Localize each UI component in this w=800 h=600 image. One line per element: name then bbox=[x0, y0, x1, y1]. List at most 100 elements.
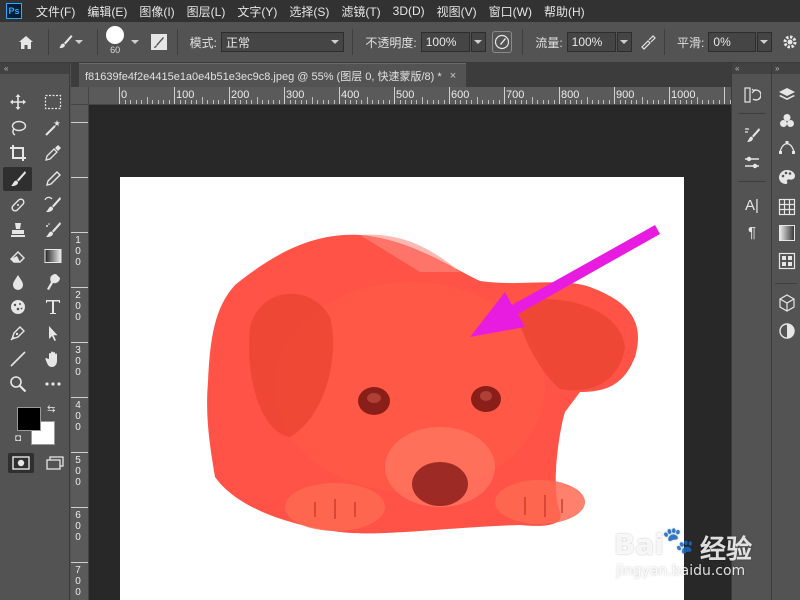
ruler-minor-tick bbox=[399, 100, 401, 104]
pressure-opacity-icon[interactable] bbox=[492, 31, 513, 53]
dog-right-paw bbox=[495, 480, 585, 524]
menu-help[interactable]: 帮助(H) bbox=[538, 3, 591, 20]
document-canvas[interactable] bbox=[120, 177, 684, 600]
properties-panel-icon[interactable] bbox=[775, 291, 799, 315]
move-icon[interactable] bbox=[0, 89, 35, 115]
ruler-minor-tick bbox=[592, 100, 593, 104]
ruler-label: 100 bbox=[75, 235, 81, 268]
zoom-icon[interactable] bbox=[0, 372, 35, 398]
paths-panel-icon[interactable] bbox=[775, 135, 799, 159]
brush-settings-panel-icon[interactable] bbox=[149, 31, 169, 53]
healing-brush-icon[interactable] bbox=[0, 192, 35, 218]
pen-icon[interactable] bbox=[0, 320, 35, 346]
eyedropper-icon[interactable] bbox=[35, 140, 70, 166]
hand-icon[interactable] bbox=[35, 346, 70, 372]
default-colors-icon[interactable]: ◘ bbox=[15, 433, 21, 444]
brush-size-picker[interactable]: 60 bbox=[103, 25, 126, 59]
menu-edit[interactable]: 编辑(E) bbox=[81, 3, 133, 20]
brush-settings-icon[interactable] bbox=[740, 151, 764, 175]
menu-3d[interactable]: 3D(D) bbox=[387, 4, 431, 18]
ruler-label: 400 bbox=[75, 400, 81, 433]
marquee-icon[interactable] bbox=[35, 89, 70, 115]
line-icon[interactable] bbox=[0, 346, 35, 372]
swap-colors-icon[interactable]: ⇆ bbox=[47, 404, 55, 415]
lasso-icon[interactable] bbox=[0, 115, 35, 141]
ruler-label: 500 bbox=[75, 455, 81, 488]
smoothing-dropdown[interactable] bbox=[757, 32, 773, 52]
brushes-panel-icon[interactable] bbox=[740, 123, 764, 147]
ruler-minor-tick bbox=[388, 100, 390, 104]
chevron-down-icon[interactable] bbox=[74, 40, 83, 44]
magic-wand-icon[interactable] bbox=[35, 115, 70, 141]
adjustments-panel-icon[interactable] bbox=[775, 319, 799, 343]
ruler-minor-tick bbox=[619, 100, 621, 104]
path-select-icon[interactable] bbox=[35, 320, 70, 346]
swatches-panel-icon[interactable] bbox=[775, 195, 799, 219]
horizontal-ruler[interactable]: 0 100 200 300 400 500 600 700 800 900 10… bbox=[89, 87, 731, 105]
character-panel-icon[interactable]: A| bbox=[740, 193, 764, 217]
panel-dock-collapse[interactable]: « bbox=[732, 63, 771, 74]
brush-icon[interactable] bbox=[3, 167, 32, 191]
channels-panel-icon[interactable] bbox=[775, 109, 799, 133]
vertical-ruler[interactable]: 100 200 300 400 500 600 700 bbox=[71, 105, 89, 600]
menu-filter[interactable]: 滤镜(T) bbox=[335, 3, 386, 20]
ruler-minor-tick bbox=[295, 100, 296, 104]
color-panel-icon[interactable] bbox=[775, 165, 799, 189]
menu-window[interactable]: 窗口(W) bbox=[483, 3, 538, 20]
ruler-minor-tick bbox=[179, 100, 181, 104]
ruler-major-tick bbox=[394, 87, 395, 104]
tools-panel-collapse[interactable]: « bbox=[0, 63, 69, 74]
menu-layer[interactable]: 图层(L) bbox=[181, 3, 232, 20]
screen-mode-icon[interactable] bbox=[42, 453, 68, 473]
gradients-panel-icon[interactable] bbox=[775, 221, 799, 245]
airbrush-icon[interactable] bbox=[638, 31, 658, 53]
more-tools-icon[interactable] bbox=[35, 372, 70, 398]
gradient-icon[interactable] bbox=[35, 243, 70, 269]
dodge-icon[interactable] bbox=[35, 269, 70, 295]
opacity-input[interactable]: 100% bbox=[420, 32, 471, 52]
sponge-icon[interactable] bbox=[0, 295, 35, 321]
photoshop-logo[interactable]: Ps bbox=[6, 3, 22, 19]
ruler-minor-tick bbox=[372, 100, 373, 104]
ruler-minor-tick bbox=[471, 100, 472, 104]
foreground-color-swatch[interactable] bbox=[17, 407, 41, 432]
panel-dock-expand[interactable]: » bbox=[772, 63, 800, 74]
chevron-down-icon[interactable] bbox=[130, 40, 139, 44]
flow-dropdown[interactable] bbox=[617, 32, 633, 52]
menu-type[interactable]: 文字(Y) bbox=[231, 3, 283, 20]
mode-select[interactable]: 正常 bbox=[220, 32, 345, 52]
smudge-brush-icon[interactable] bbox=[35, 217, 70, 243]
type-icon[interactable] bbox=[35, 295, 70, 321]
menu-view[interactable]: 视图(V) bbox=[431, 3, 483, 20]
opacity-dropdown[interactable] bbox=[471, 32, 487, 52]
pencil-icon[interactable] bbox=[35, 166, 70, 192]
ruler-minor-tick bbox=[311, 97, 313, 104]
menu-image[interactable]: 图像(I) bbox=[133, 3, 180, 20]
home-icon[interactable] bbox=[16, 31, 36, 53]
patterns-panel-icon[interactable] bbox=[775, 249, 799, 273]
layers-panel-icon[interactable] bbox=[775, 83, 799, 107]
eraser-icon[interactable] bbox=[0, 243, 35, 269]
menu-file[interactable]: 文件(F) bbox=[30, 3, 81, 20]
history-brush-icon[interactable] bbox=[35, 192, 70, 218]
watermark-url: jingyan.baidu.com bbox=[616, 563, 746, 579]
ruler-major-tick bbox=[284, 87, 285, 104]
close-icon[interactable]: × bbox=[450, 70, 456, 82]
gear-icon[interactable] bbox=[780, 31, 800, 53]
blur-icon[interactable] bbox=[0, 269, 35, 295]
flow-input[interactable]: 100% bbox=[566, 32, 617, 52]
menu-select[interactable]: 选择(S) bbox=[283, 3, 335, 20]
ruler-corner[interactable] bbox=[71, 87, 89, 105]
stamp-icon[interactable] bbox=[0, 217, 35, 243]
ruler-minor-tick bbox=[647, 100, 648, 104]
brush-tool-preset-icon[interactable] bbox=[55, 31, 75, 53]
smoothing-input[interactable]: 0% bbox=[708, 32, 757, 52]
document-tab[interactable]: f81639fe4f2e4415e1a0e4b51e3ec9c8.jpeg @ … bbox=[79, 63, 467, 87]
history-panel-icon[interactable] bbox=[740, 83, 764, 107]
crop-icon[interactable] bbox=[0, 140, 35, 166]
quick-mask-icon[interactable] bbox=[8, 453, 34, 474]
ruler-minor-tick bbox=[212, 100, 214, 104]
ruler-minor-tick bbox=[427, 100, 428, 104]
ruler-minor-tick bbox=[685, 100, 687, 104]
paragraph-panel-icon[interactable]: ¶ bbox=[740, 220, 764, 244]
